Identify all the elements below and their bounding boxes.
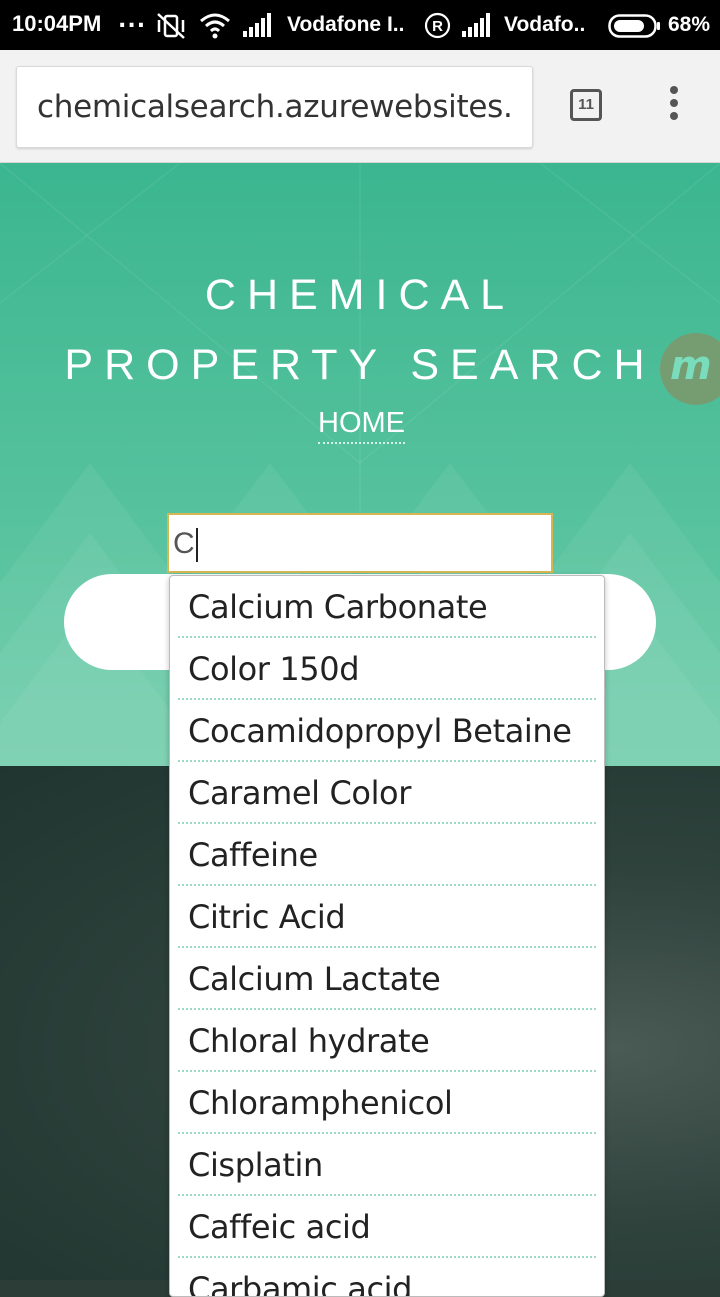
- tab-switcher-button[interactable]: 11: [570, 89, 602, 121]
- suggestion-item[interactable]: Carbamic acid: [178, 1258, 596, 1297]
- autocomplete-dropdown: Calcium Carbonate Color 150d Cocamidopro…: [169, 575, 605, 1297]
- carrier-1-label: Vodafone I..: [287, 13, 405, 36]
- suggestion-item[interactable]: Caffeine: [178, 824, 596, 886]
- suggestion-item[interactable]: Cocamidopropyl Betaine: [178, 700, 596, 762]
- signal-icon: [462, 13, 492, 41]
- suggestion-label: Chloral hydrate: [188, 1022, 430, 1060]
- home-link[interactable]: HOME: [318, 407, 405, 444]
- suggestion-label: Calcium Carbonate: [188, 588, 488, 626]
- clock: 10:04PM: [12, 11, 102, 36]
- wifi-icon: [198, 11, 232, 43]
- suggestion-item[interactable]: Chloral hydrate: [178, 1010, 596, 1072]
- address-bar[interactable]: chemicalsearch.azurewebsites.: [16, 66, 533, 148]
- suggestion-label: Color 150d: [188, 650, 360, 688]
- suggestion-label: Cisplatin: [188, 1146, 323, 1184]
- chemical-search-input[interactable]: C: [167, 513, 553, 573]
- suggestion-item[interactable]: Caffeic acid: [178, 1196, 596, 1258]
- notification-overflow-icon: ...: [118, 8, 147, 33]
- signal-icon: [243, 13, 273, 41]
- status-bar: 10:04PM ... Vodafone I.. R Vodafo.. 68%: [0, 0, 720, 50]
- suggestion-label: Chloramphenicol: [188, 1084, 453, 1122]
- url-text: chemicalsearch.azurewebsites.: [37, 89, 513, 125]
- badge-letter: m: [670, 343, 712, 389]
- suggestion-label: Calcium Lactate: [188, 960, 441, 998]
- menu-kebab-icon[interactable]: [660, 84, 688, 128]
- carrier-2-label: Vodafo..: [504, 13, 586, 36]
- suggestion-item[interactable]: Color 150d: [178, 638, 596, 700]
- suggestion-item[interactable]: Chloramphenicol: [178, 1072, 596, 1134]
- page-title-line-1: CHEMICAL: [204, 271, 516, 319]
- svg-text:R: R: [432, 18, 443, 35]
- suggestion-label: Caramel Color: [188, 774, 411, 812]
- text-caret: [195, 528, 198, 563]
- suggestion-item[interactable]: Calcium Carbonate: [178, 576, 596, 638]
- suggestion-label: Citric Acid: [188, 898, 346, 936]
- vibrate-off-icon: [156, 12, 186, 44]
- suggestion-item[interactable]: Cisplatin: [178, 1134, 596, 1196]
- roaming-icon: R: [424, 12, 451, 43]
- suggestion-label: Carbamic acid: [188, 1270, 413, 1297]
- suggestion-item[interactable]: Calcium Lactate: [178, 948, 596, 1010]
- suggestion-label: Caffeic acid: [188, 1208, 371, 1246]
- battery-percent: 68%: [668, 13, 711, 36]
- suggestion-item[interactable]: Caramel Color: [178, 762, 596, 824]
- page-title-line-2: PROPERTY SEARCH: [64, 341, 656, 389]
- browser-toolbar: chemicalsearch.azurewebsites. 11: [0, 50, 720, 163]
- suggestion-label: Cocamidopropyl Betaine: [188, 712, 572, 750]
- battery-icon: [608, 14, 662, 42]
- search-input-value: C: [173, 527, 195, 560]
- suggestion-label: Caffeine: [188, 836, 318, 874]
- suggestion-item[interactable]: Citric Acid: [178, 886, 596, 948]
